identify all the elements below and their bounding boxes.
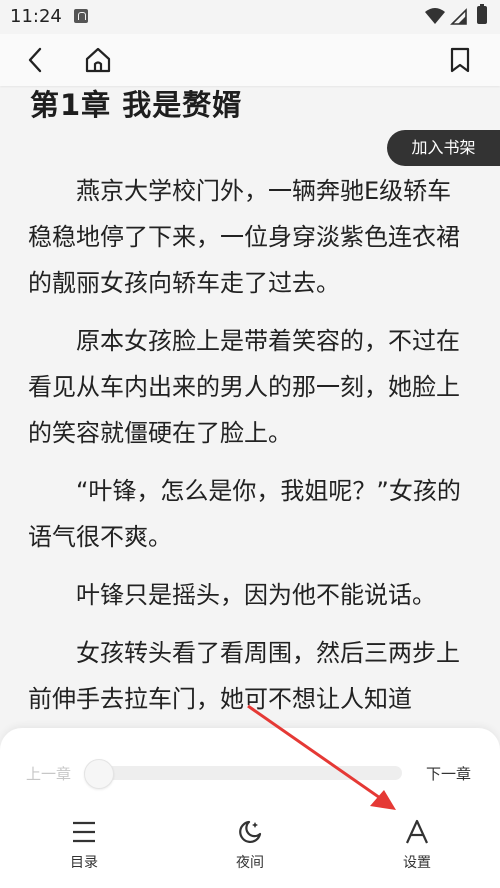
tab-settings[interactable]: 设置 (377, 816, 457, 872)
tab-night-mode[interactable]: 夜间 (210, 816, 290, 872)
chapter-title: 第1章 我是赘婿 (30, 88, 243, 122)
progress-slider[interactable] (84, 766, 402, 780)
tab-label: 目录 (70, 855, 98, 871)
top-nav-bar (0, 34, 500, 86)
tab-table-of-contents[interactable]: 目录 (44, 816, 124, 872)
signal-icon (450, 8, 467, 25)
paragraph: 原本女孩脸上是带着笑容的，不过在看见从车内出来的男人的那一刻，她脸上的笑容就僵硬… (28, 327, 460, 447)
moon-icon (239, 820, 262, 843)
bookmark-button[interactable] (442, 42, 478, 78)
reader-control-panel: 上一章 下一章 目录 夜间 设置 (0, 728, 500, 888)
home-button[interactable] (80, 42, 116, 78)
back-arrow-icon (28, 47, 42, 73)
home-icon (85, 47, 111, 73)
tab-label: 设置 (403, 855, 431, 871)
notification-icon (74, 9, 88, 23)
paragraph: “叶锋，怎么是你，我姐呢？”女孩的语气很不爽。 (28, 477, 461, 551)
paragraph: 燕京大学校门外，一辆奔驰E级轿车稳稳地停了下来，一位身穿淡紫色连衣裙的靓丽女孩向… (28, 177, 460, 297)
back-button[interactable] (18, 42, 54, 78)
wifi-icon (425, 8, 445, 24)
reader-screen: 11:24 第1章 我是赘婿 加入书架 燕京大学校门外，一辆奔驰E级轿车稳稳地停… (0, 0, 500, 888)
font-settings-icon (405, 819, 429, 844)
paragraph: 叶锋只是摇头，因为他不能说话。 (76, 581, 436, 609)
status-bar: 11:24 (0, 0, 500, 34)
battery-icon (477, 4, 487, 24)
menu-lines-icon (73, 821, 95, 843)
progress-slider-thumb[interactable] (84, 759, 114, 789)
status-time: 11:24 (10, 6, 62, 27)
bookmark-icon (450, 47, 470, 73)
paragraph: 女孩转头看了看周围，然后三两步上前伸手去拉车门，她可不想让人知道 (28, 639, 460, 713)
next-chapter-button[interactable]: 下一章 (426, 763, 471, 784)
prev-chapter-button[interactable]: 上一章 (26, 763, 71, 784)
tab-label: 夜间 (236, 855, 264, 871)
add-to-shelf-button[interactable]: 加入书架 (387, 130, 500, 166)
